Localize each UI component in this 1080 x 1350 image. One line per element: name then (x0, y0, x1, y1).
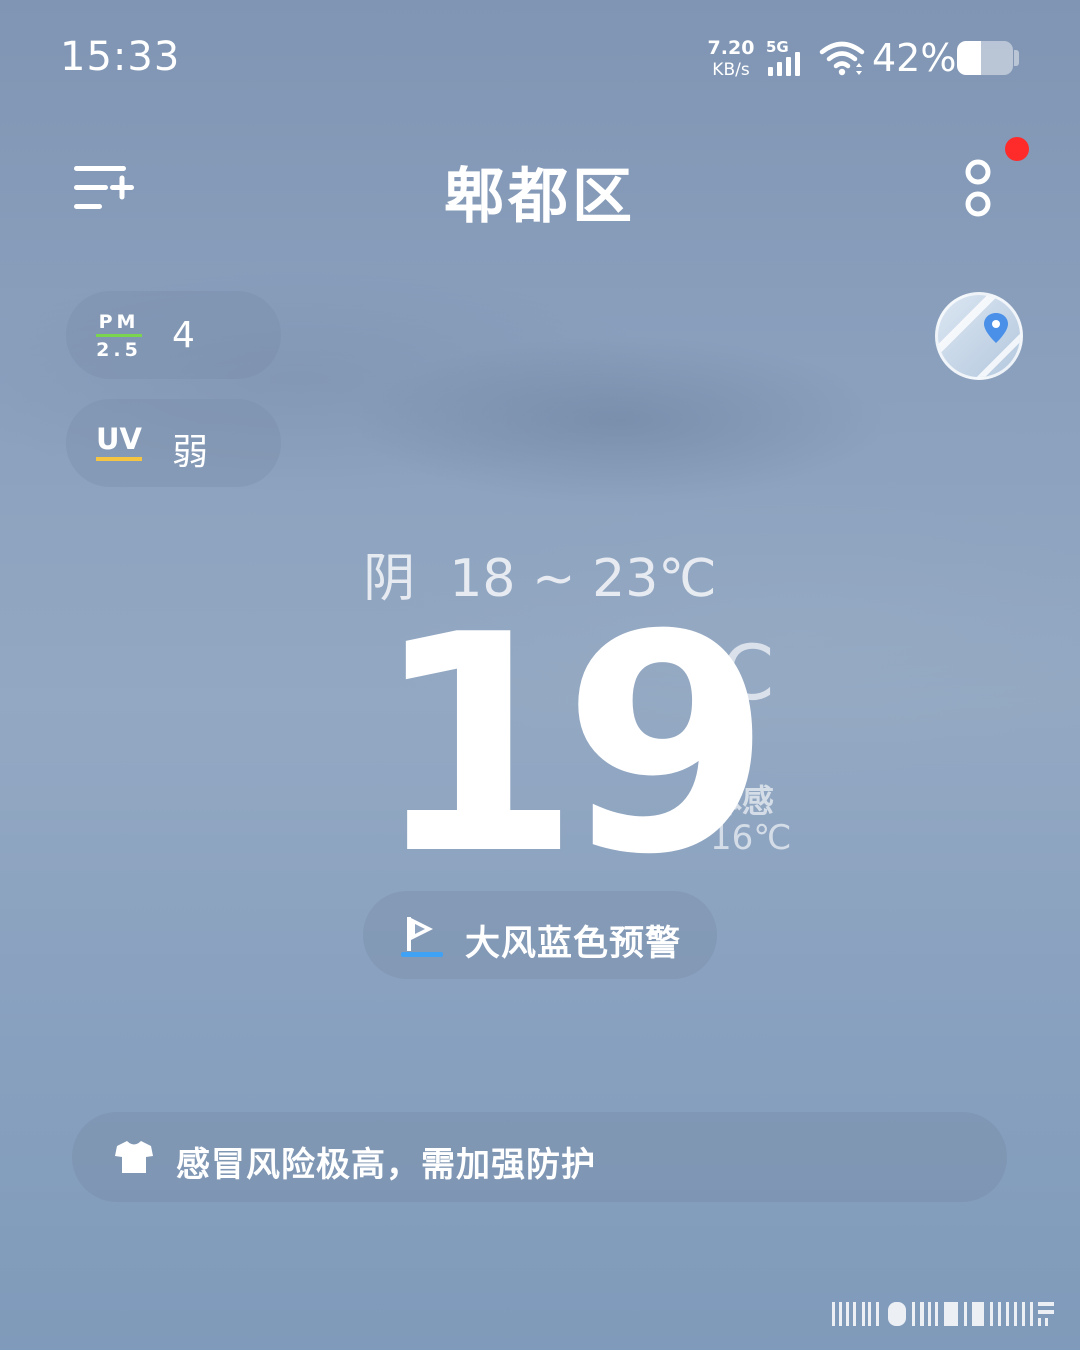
network-speed-value: 7.20 (707, 37, 755, 59)
notification-dot (1005, 137, 1029, 161)
alert-text: 大风蓝色预警 (465, 924, 682, 964)
current-temperature: 19 (372, 571, 771, 920)
wifi-icon (819, 41, 865, 76)
flag-icon (401, 917, 443, 957)
pm25-label: PM 2.5 (96, 311, 142, 361)
health-tip-bar[interactable]: 感冒风险极高，需加强防护 (72, 1112, 1007, 1202)
network-speed-unit: KB/s (712, 60, 750, 80)
pm25-label-bottom: 2.5 (96, 339, 142, 361)
weather-alert-button[interactable]: 大风蓝色预警 (363, 891, 717, 979)
battery-percent: 42% (872, 36, 957, 80)
battery-icon (957, 41, 1013, 75)
feels-like-value: 16℃ (710, 818, 792, 858)
uv-chip[interactable]: UV 弱 (66, 399, 281, 487)
pm25-chip[interactable]: PM 2.5 4 (66, 291, 281, 379)
pm25-label-top: PM (96, 311, 142, 337)
battery-tip (1014, 50, 1019, 66)
more-dots-icon[interactable] (960, 156, 996, 220)
watermark-barcode (832, 1302, 1054, 1326)
pm25-value: 4 (172, 315, 195, 356)
temperature-unit: ℃ (690, 628, 776, 717)
map-button[interactable] (935, 292, 1023, 380)
uv-value: 弱 (172, 432, 209, 473)
health-tip-text: 感冒风险极高，需加强防护 (176, 1145, 596, 1185)
cellular-signal-icon: 5G (766, 38, 810, 78)
status-time: 15:33 (60, 34, 181, 80)
battery-level-fill (957, 41, 981, 75)
city-title[interactable]: 郫都区 (340, 148, 740, 235)
uv-label: UV (96, 423, 142, 461)
feels-like-label: 体感 (710, 782, 775, 820)
map-pin-icon (938, 295, 1020, 377)
shirt-icon (115, 1141, 153, 1173)
menu-add-icon[interactable] (72, 160, 136, 216)
status-bar: 15:33 7.20 KB/s 5G 42% (0, 0, 1080, 110)
network-speed: 7.20 KB/s (704, 37, 758, 81)
